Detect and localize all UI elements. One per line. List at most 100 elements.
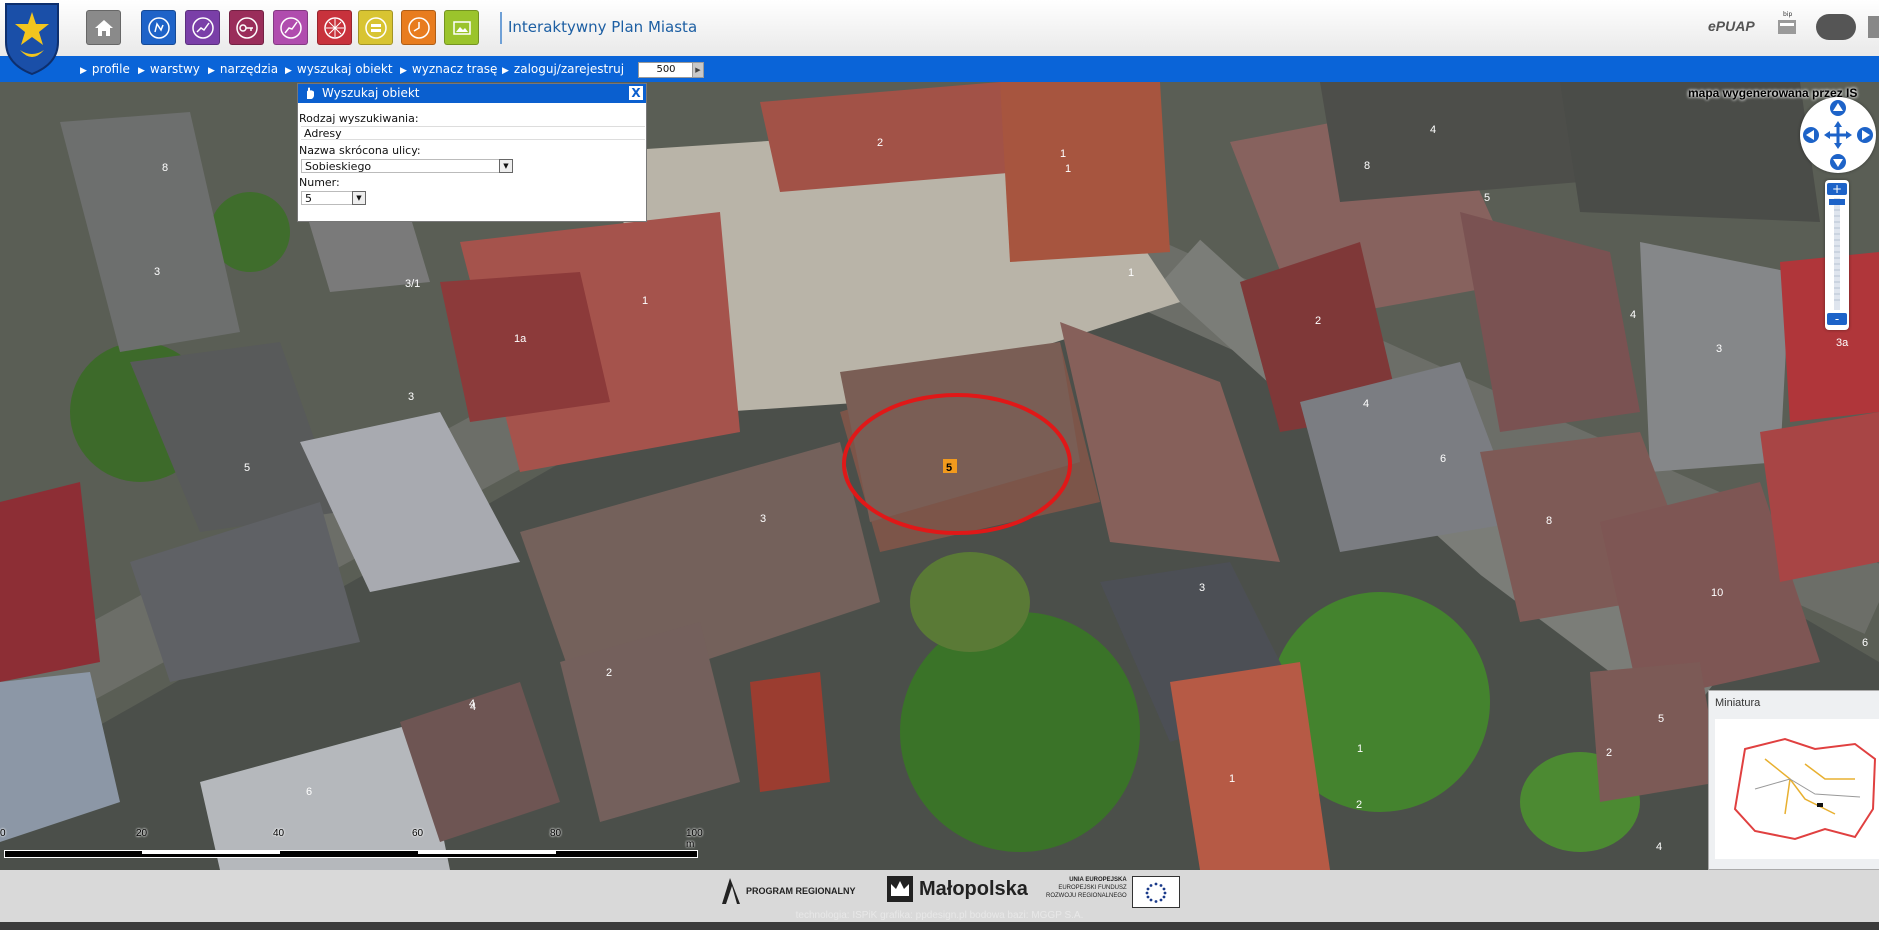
- route-icon: [279, 16, 302, 39]
- scale-label: 0: [0, 828, 6, 839]
- epuap-logo[interactable]: ePUAP: [1708, 18, 1755, 34]
- malopolska-crown-icon: [887, 876, 913, 902]
- building-number: 4: [1630, 309, 1636, 321]
- number-dropdown-chevron-icon[interactable]: ▼: [352, 191, 366, 205]
- building-number: 2: [1315, 315, 1321, 327]
- building-number: 4: [1656, 841, 1662, 853]
- scale-bar-segment: [142, 851, 280, 854]
- street-select[interactable]: Sobieskiego: [301, 159, 501, 173]
- scale-input[interactable]: 500: [638, 62, 694, 78]
- nav-layers-label: warstwy: [149, 62, 200, 76]
- pan-control[interactable]: [1800, 97, 1876, 173]
- scale-label: 80: [550, 828, 562, 839]
- minimap-view[interactable]: [1715, 719, 1879, 859]
- key-button[interactable]: [229, 10, 264, 45]
- profile-icon: [147, 16, 170, 39]
- hand-icon: [307, 87, 314, 99]
- minimap-title: Miniatura: [1715, 697, 1761, 709]
- building-number: 4: [1430, 124, 1436, 136]
- layers-icon: [364, 16, 387, 39]
- grid-button[interactable]: [317, 10, 352, 45]
- close-button[interactable]: X: [628, 85, 644, 101]
- home-icon: [94, 19, 113, 36]
- building-number: 1: [1128, 267, 1134, 279]
- nav-route[interactable]: ▶ wyznacz trasę: [400, 62, 497, 76]
- grid-icon: [323, 16, 346, 39]
- nav-layers[interactable]: ▶ warstwy: [138, 62, 200, 76]
- app-header: Interaktywny Plan Miasta ePUAP bip: [0, 0, 1879, 76]
- building-number: 1: [1065, 163, 1071, 175]
- building-number: 5: [1484, 192, 1490, 204]
- zoom-slider-track[interactable]: [1834, 198, 1840, 310]
- number-select[interactable]: 5: [301, 191, 353, 205]
- scale-bar: 0 20 40 60 80 100 m: [0, 828, 703, 860]
- building-number: 3: [760, 513, 766, 525]
- image-icon: [452, 20, 471, 35]
- layers-button[interactable]: [358, 10, 393, 45]
- nav-search-object[interactable]: ▶ wyszukaj obiekt: [285, 62, 393, 76]
- nav-profile-label: profile: [91, 62, 130, 76]
- center-move-icon[interactable]: [1824, 121, 1852, 149]
- chart-button[interactable]: [185, 10, 220, 45]
- building-number: 3: [408, 391, 414, 403]
- building-number: 2: [877, 137, 883, 149]
- city-crest-logo[interactable]: [2, 2, 62, 76]
- nav-tools-label: narzędzia: [219, 62, 279, 76]
- building-number: 1: [1357, 743, 1363, 755]
- eu-line-3: ROZWOJU REGIONALNEGO: [1046, 893, 1127, 899]
- street-dropdown-chevron-icon[interactable]: ▼: [499, 159, 513, 173]
- building-number: 3/1: [405, 278, 420, 290]
- chart-icon: [191, 16, 214, 39]
- print-icon[interactable]: [1868, 16, 1879, 38]
- building-number: 8: [162, 162, 168, 174]
- minimap-panel: Miniatura: [1708, 690, 1879, 870]
- eu-line-2: EUROPEJSKI FUNDUSZ: [1058, 885, 1127, 891]
- nav-login-label: zaloguj/zarejestruj: [513, 62, 625, 76]
- route-button[interactable]: [273, 10, 308, 45]
- zoom-control[interactable]: + -: [1825, 180, 1849, 330]
- malopolska-logo[interactable]: Małopolska: [887, 876, 1028, 902]
- building-number: 8: [1364, 160, 1370, 172]
- building-number: 1a: [514, 333, 527, 345]
- image-button[interactable]: [444, 10, 479, 45]
- building-number: 2: [606, 667, 612, 679]
- program-regionalny-icon: [722, 878, 740, 904]
- title-separator: [500, 12, 502, 44]
- number-label: Numer:: [299, 176, 340, 189]
- scale-label: 60: [412, 828, 424, 839]
- building-number: 5: [1658, 713, 1664, 725]
- profile-button[interactable]: [141, 10, 176, 45]
- building-number: 8: [1546, 515, 1552, 527]
- e-service-logo[interactable]: [1816, 14, 1856, 40]
- nav-route-label: wyznacz trasę: [411, 62, 498, 76]
- program-regionalny-text: PROGRAM REGIONALNY: [746, 886, 856, 896]
- city-outline-map[interactable]: [1715, 719, 1879, 859]
- building-number: 2: [1356, 799, 1362, 811]
- nav-search-label: wyszukaj obiekt: [296, 62, 393, 76]
- building-number: 1: [1229, 773, 1235, 785]
- malopolska-text: Małopolska: [919, 877, 1028, 900]
- scale-submit-button[interactable]: ▶: [692, 62, 704, 78]
- building-number: 5: [244, 462, 250, 474]
- building-number: 3: [154, 266, 160, 278]
- search-panel-header[interactable]: Wyszukaj obiekt X: [298, 84, 646, 103]
- bip-logo[interactable]: bip: [1776, 11, 1798, 38]
- aerial-map[interactable]: 8 1 2 1 4 8 5 6 3 3/1 1 1a 3 5 4 2 6 3 1…: [0, 82, 1879, 870]
- map-view[interactable]: 8 1 2 1 4 8 5 6 3 3/1 1 1a 3 5 4 2 6 3 1…: [0, 82, 1879, 870]
- program-regionalny-logo[interactable]: PROGRAM REGIONALNY: [720, 876, 856, 906]
- building-number: 2: [1606, 747, 1612, 759]
- key-icon: [235, 16, 258, 39]
- home-button[interactable]: [86, 10, 121, 45]
- building-number: 10: [1711, 587, 1723, 599]
- result-marker-label: 5: [946, 462, 952, 474]
- zoom-slider-handle[interactable]: [1829, 199, 1845, 205]
- eu-flag-logo[interactable]: [1132, 876, 1180, 908]
- clock-icon: [407, 16, 430, 39]
- nav-login[interactable]: ▶ zaloguj/zarejestruj: [502, 62, 624, 76]
- building-number: 3: [1199, 582, 1205, 594]
- nav-profile[interactable]: ▶ profile: [80, 62, 130, 76]
- clock-button[interactable]: [401, 10, 436, 45]
- nav-tools[interactable]: ▶ narzędzia: [208, 62, 278, 76]
- search-type-field[interactable]: Adresy: [301, 126, 645, 140]
- svg-text:+: +: [1832, 182, 1842, 196]
